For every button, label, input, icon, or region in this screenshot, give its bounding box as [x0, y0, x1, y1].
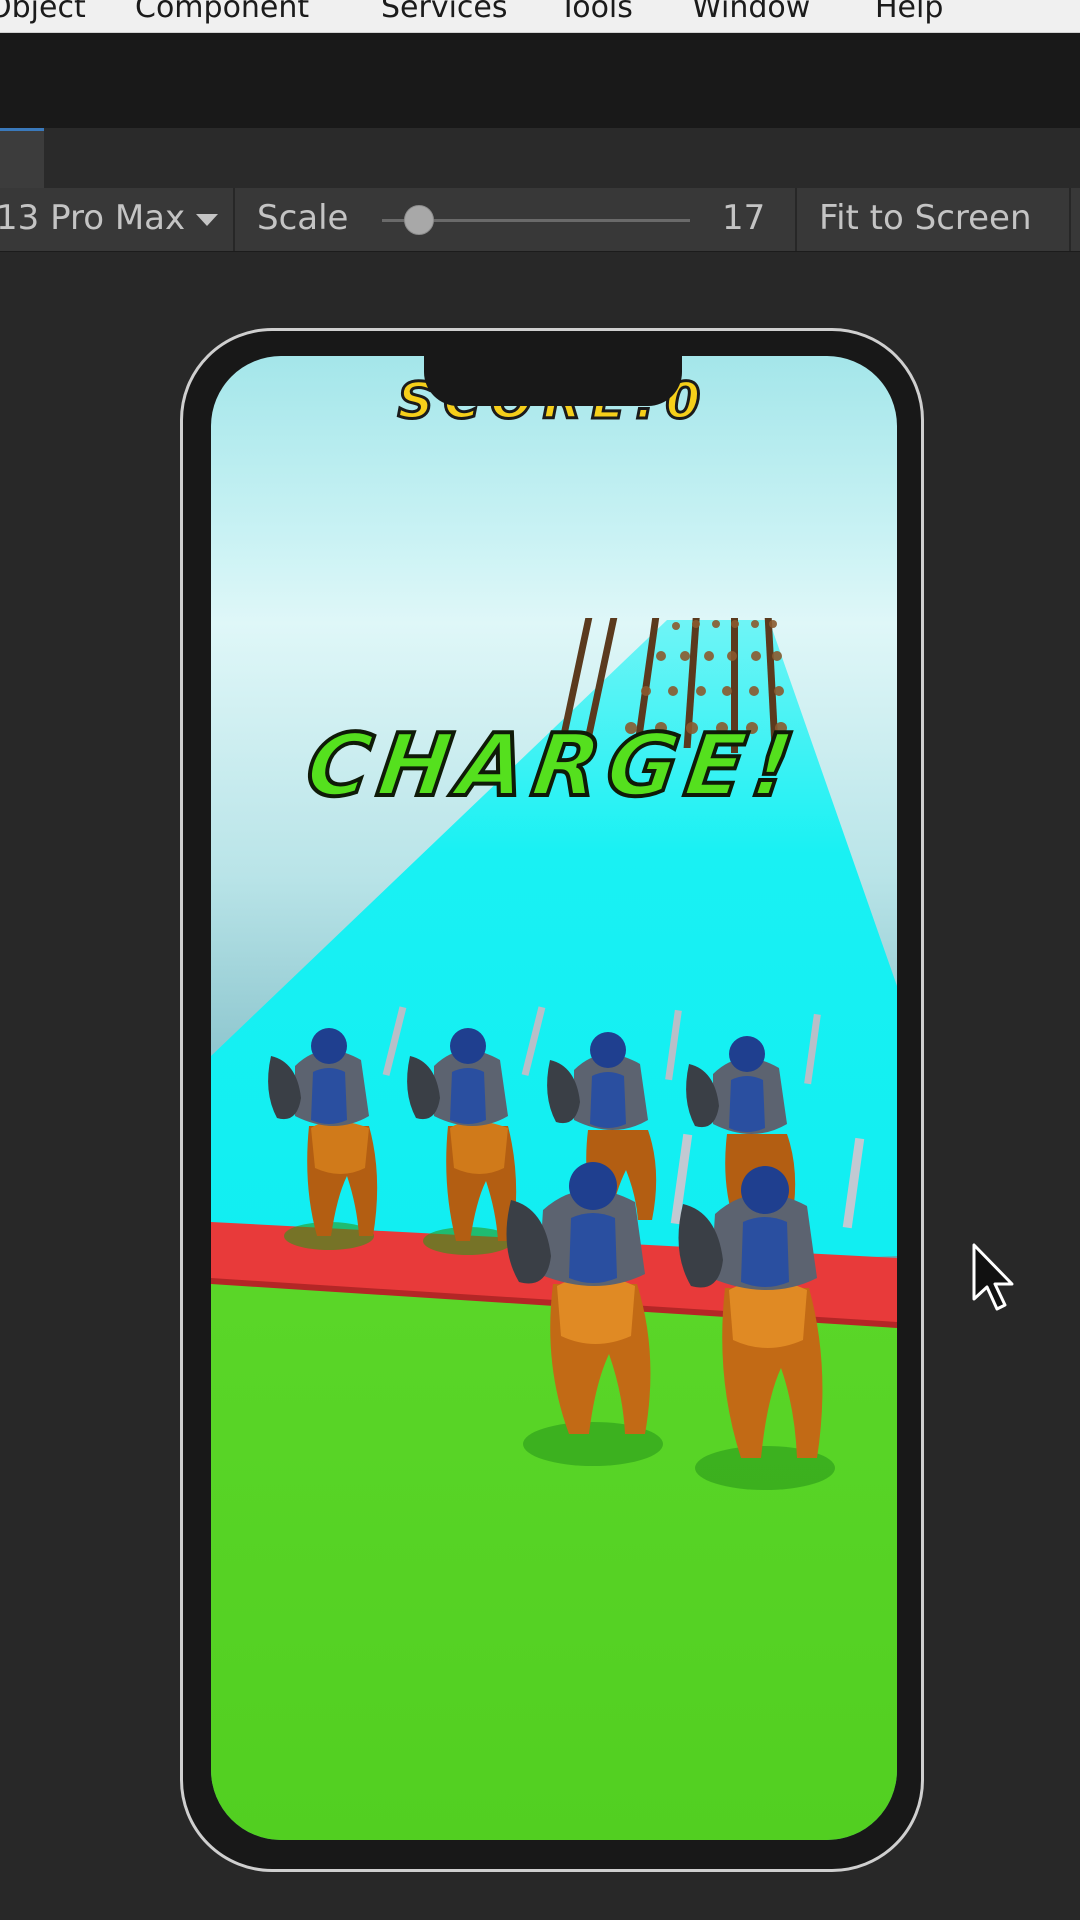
- device-dropdown-label: 13 Pro Max: [0, 198, 186, 238]
- editor-toolbar-area: [0, 33, 1080, 128]
- menu-item-window[interactable]: Window: [692, 0, 810, 26]
- menu-item-help[interactable]: Help: [875, 0, 943, 26]
- menu-item-tools[interactable]: Tools: [559, 0, 633, 26]
- game-scene: [211, 618, 897, 1840]
- tab-strip: [0, 128, 1080, 189]
- scale-value: 17: [722, 198, 766, 238]
- scale-label: Scale: [257, 198, 349, 238]
- menu-bar: Object Component Services Tools Window H…: [0, 0, 1080, 33]
- fit-to-screen-label: Fit to Screen: [819, 198, 1032, 238]
- menu-item-object[interactable]: Object: [0, 0, 86, 26]
- chevron-down-icon: [196, 214, 218, 226]
- menu-item-services[interactable]: Services: [381, 0, 508, 26]
- device-dropdown[interactable]: 13 Pro Max: [0, 188, 235, 251]
- device-notch: [424, 356, 682, 406]
- charge-banner: CHARGE!: [299, 714, 809, 818]
- tab-game[interactable]: [0, 128, 44, 188]
- fit-to-screen-button[interactable]: Fit to Screen: [797, 188, 1071, 251]
- game-screen[interactable]: SCORE:0 CHARGE!: [211, 356, 897, 1840]
- menu-item-component[interactable]: Component: [135, 0, 309, 26]
- scale-slider-handle[interactable]: [403, 205, 434, 235]
- mouse-cursor-icon: [972, 1243, 1014, 1311]
